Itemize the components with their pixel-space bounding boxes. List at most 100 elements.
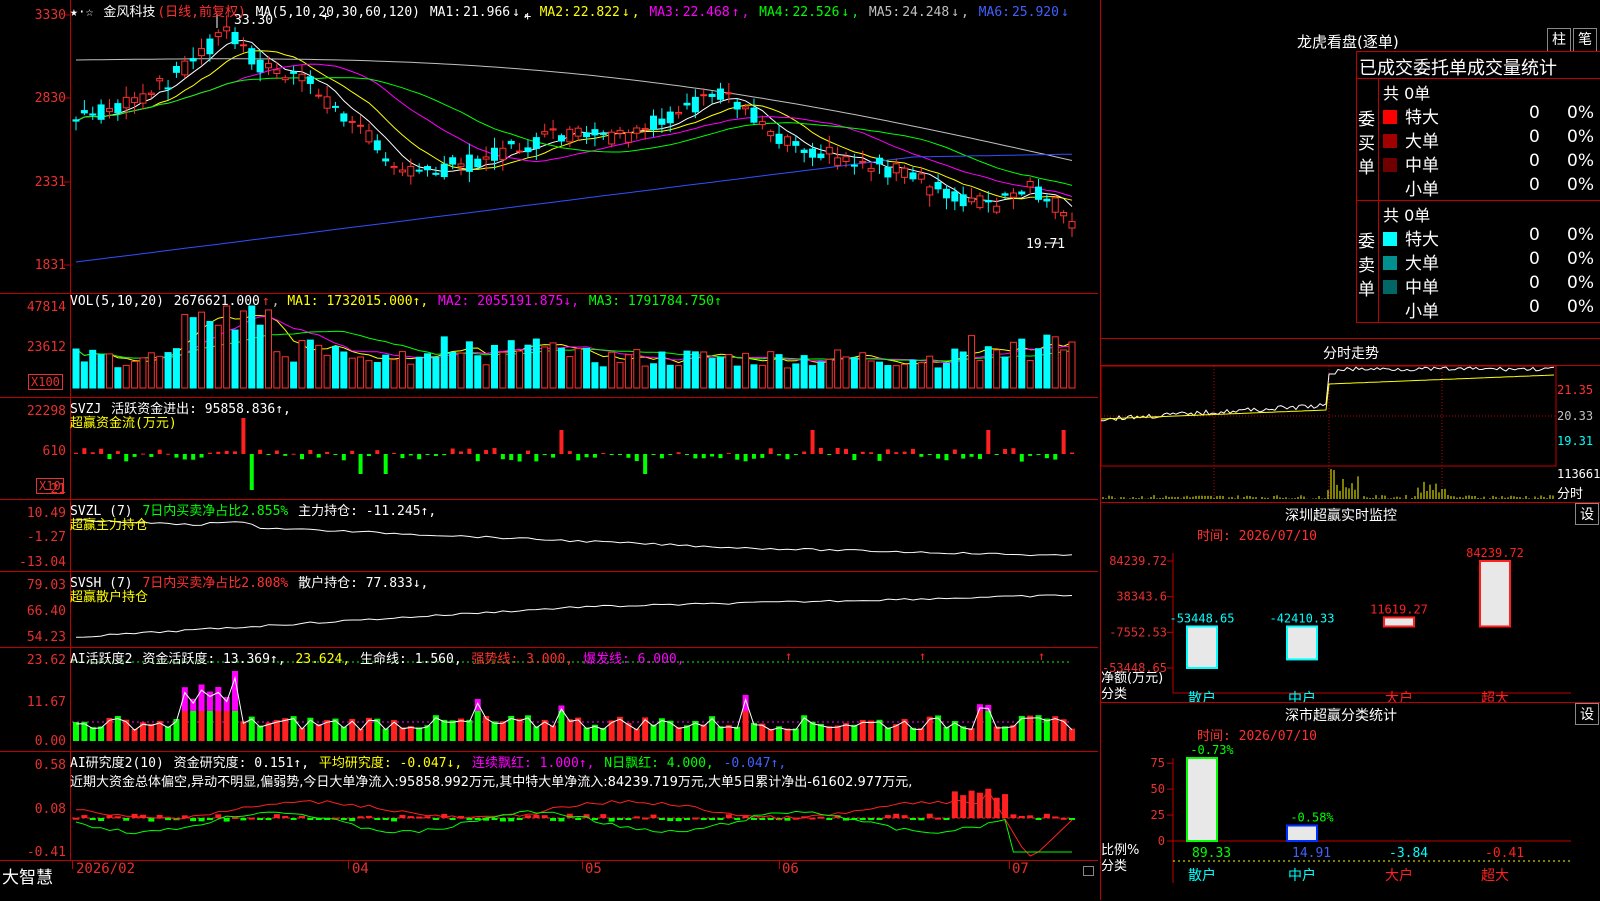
flow-bar xyxy=(835,447,840,454)
sell-row-2: 中单 0 0% xyxy=(1379,273,1599,298)
volume-bar xyxy=(909,359,917,389)
ai-activity-header: AI活跃度2 资金活跃度: 13.369↑, 23.624, 生命线: 1.56… xyxy=(70,648,687,667)
retail-hold-line xyxy=(75,594,1073,638)
activity-bar xyxy=(240,721,247,741)
svzj-panel[interactable]: SVZJ 活跃资金进出: 95858.836↑, 超赢资金流(万元) 22298… xyxy=(0,398,1098,500)
candle xyxy=(591,129,599,136)
research-bar xyxy=(466,818,473,820)
research-bar xyxy=(667,818,674,822)
research-bar xyxy=(658,818,665,820)
color-swatch xyxy=(1383,134,1397,148)
volume-bar xyxy=(867,360,875,389)
flow-bar xyxy=(576,454,581,461)
lock-icon[interactable] xyxy=(1083,866,1094,876)
monitor-panel[interactable]: 深圳超赢实时监控 设 时间: 2026/07/10 84239.72 38343.… xyxy=(1101,502,1600,703)
volume-bar xyxy=(105,353,113,389)
flow-bar xyxy=(308,449,313,454)
flow-bar xyxy=(166,453,171,455)
flow-bar xyxy=(910,448,915,454)
chart-area[interactable]: + + ★·☆ 金风科技 (日线,前复权) MA(5,10,20,30,60,120… xyxy=(0,0,1100,900)
flow-bar xyxy=(325,451,330,454)
volume-bar xyxy=(725,353,733,389)
flow-bar xyxy=(726,453,731,455)
y-tick: 23.62 xyxy=(26,653,66,668)
research-bar xyxy=(508,818,515,822)
fenshi-panel[interactable]: 分时走势 21.35 20.33 19.31 113661 分时 xyxy=(1101,338,1600,503)
ai-activity-panel[interactable]: ↑ ↑ ↑ AI活跃度2 资金活跃度: 13.369↑, 23.624, 生命线: … xyxy=(0,648,1098,752)
color-swatch xyxy=(1383,182,1397,196)
sell-row-1: 大单 0 0% xyxy=(1379,249,1599,274)
candle xyxy=(223,26,231,32)
research-bar xyxy=(817,816,824,819)
favorite-star-icon[interactable]: ★·☆ xyxy=(70,5,93,20)
ma4-line xyxy=(75,77,1073,186)
volume-bar xyxy=(239,310,247,389)
y-tick: 0.58 xyxy=(34,758,66,773)
flow-bar xyxy=(651,454,656,455)
research-bar xyxy=(474,818,481,820)
research-bar xyxy=(625,818,632,820)
bar-mode-button[interactable]: 柱 xyxy=(1547,28,1571,52)
row-label: 中单 xyxy=(1405,156,1439,176)
period-label[interactable]: (日线,前复权) xyxy=(157,5,245,20)
flow-bar xyxy=(216,451,221,454)
flow-bar xyxy=(927,454,932,455)
activity-bar xyxy=(834,725,841,741)
sell-row-3: 小单 0 0% xyxy=(1379,297,1599,322)
svsh-panel[interactable]: SVSH (7) 7日内买卖净占比2.808% 散户持仓: 77.833↓, 超… xyxy=(0,572,1098,648)
flow-bar xyxy=(818,447,823,454)
volume-bar xyxy=(700,351,708,389)
flow-bar xyxy=(132,454,137,457)
candle xyxy=(465,154,473,172)
buy-row-3: 小单 0 0% xyxy=(1379,175,1599,200)
volume-bar xyxy=(290,361,298,389)
tick-mode-button[interactable]: 笔 xyxy=(1573,28,1597,52)
research-bar xyxy=(215,814,222,818)
flow-bar xyxy=(902,451,907,454)
volume-chart[interactable] xyxy=(0,294,1098,397)
x-axis: 大智慧 2026/02 04 05 06 07 xyxy=(0,861,1098,900)
kline-chart[interactable]: + + xyxy=(0,0,1098,293)
candle xyxy=(507,140,515,145)
app-logo: 大智慧 xyxy=(2,868,53,888)
volume-panel[interactable]: VOL(5,10,20) 2676621.000 ↑, MA1: 1732015.… xyxy=(0,294,1098,398)
activity-bar xyxy=(491,721,498,741)
volume-bar xyxy=(156,355,164,389)
ma5-line xyxy=(75,58,1073,161)
volume-bar xyxy=(1018,338,1026,389)
flow-bar xyxy=(743,454,748,462)
candle xyxy=(164,87,172,90)
candle xyxy=(348,120,356,123)
svzj-unit[interactable]: X10 xyxy=(36,478,64,494)
candle xyxy=(775,133,783,144)
candle xyxy=(482,156,490,160)
candle xyxy=(474,158,482,168)
x-label: 04 xyxy=(352,861,369,877)
candle xyxy=(549,128,557,131)
row-count: 0 xyxy=(1529,273,1540,293)
row-pct: 0% xyxy=(1567,273,1594,293)
candle xyxy=(557,135,565,142)
candle xyxy=(189,58,197,62)
research-bar xyxy=(951,791,958,818)
svzl-panel[interactable]: SVZL (7) 7日内买卖净占比2.855% 主力持仓: -11.245↑, … xyxy=(0,500,1098,572)
buy-row-0: 特大 0 0% xyxy=(1379,103,1599,128)
fenshi-chart[interactable] xyxy=(1101,339,1600,503)
volume-bar xyxy=(248,305,256,389)
y-tick: 23612 xyxy=(26,340,66,355)
candle xyxy=(541,131,549,135)
activity-bar xyxy=(876,719,883,741)
candle xyxy=(248,48,256,65)
flow-bar xyxy=(1053,454,1058,460)
vol-unit[interactable]: X100 xyxy=(28,374,63,390)
research-bar xyxy=(876,818,883,820)
kline-panel[interactable]: + + ★·☆ 金风科技 (日线,前复权) MA(5,10,20,30,60,120… xyxy=(0,0,1098,294)
classify-panel[interactable]: 深市超赢分类统计 设 时间: 2026/07/10 75 50 25 0 -0.73% 8… xyxy=(1101,702,1600,901)
volume-bar xyxy=(80,361,88,389)
row-pct: 0% xyxy=(1567,103,1594,123)
flow-bar xyxy=(333,454,338,455)
ai-research-panel[interactable]: AI研究度2(10) 资金研究度: 0.151↑, 平均研究度: -0.047↓… xyxy=(0,752,1098,861)
volume-bar xyxy=(758,364,766,389)
candle xyxy=(984,200,992,203)
candle xyxy=(616,129,624,134)
